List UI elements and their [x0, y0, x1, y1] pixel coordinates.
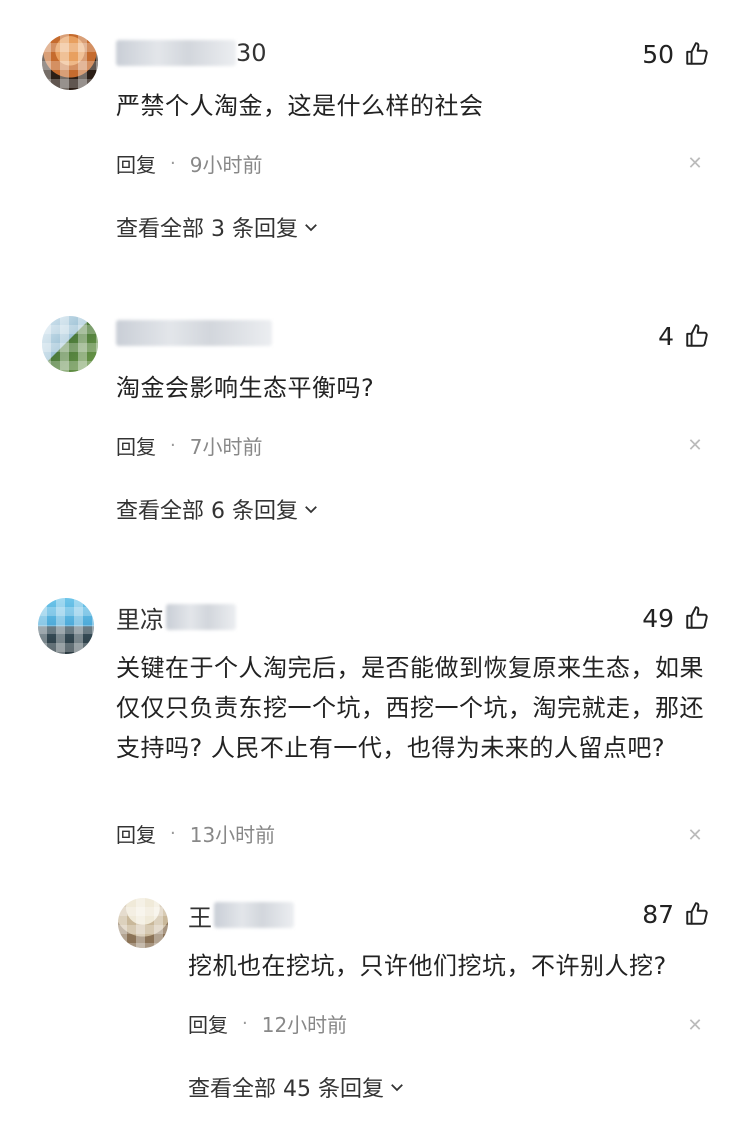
username[interactable]: 王: [188, 900, 294, 932]
separator-dot: ·: [170, 152, 176, 174]
separator-dot: ·: [242, 1012, 248, 1034]
avatar[interactable]: [42, 316, 98, 372]
username[interactable]: 里凉: [116, 602, 236, 634]
view-all-label: 查看全部 45 条回复: [188, 1077, 384, 1102]
view-all-replies[interactable]: 查看全部 45 条回复: [188, 1070, 406, 1104]
thumbs-up-icon: [684, 323, 710, 349]
comment-meta: 回复 · 7小时前: [116, 430, 262, 460]
avatar[interactable]: [118, 898, 168, 948]
timestamp: 9小时前: [189, 152, 263, 177]
timestamp: 12小时前: [261, 1012, 348, 1037]
close-icon[interactable]: ✕: [684, 1014, 706, 1036]
blurred-username: [214, 902, 294, 928]
chevron-down-icon: [388, 1078, 406, 1096]
view-all-label: 查看全部 3 条回复: [116, 217, 298, 242]
chevron-down-icon: [302, 500, 320, 518]
thumbs-up-icon: [684, 605, 710, 631]
separator-dot: ·: [170, 434, 176, 456]
comment-text: 严禁个人淘金，这是什么样的社会: [116, 92, 484, 120]
chevron-down-icon: [302, 218, 320, 236]
close-icon[interactable]: ✕: [684, 152, 706, 174]
like-button[interactable]: 49: [642, 600, 710, 636]
username[interactable]: [116, 318, 272, 348]
thumbs-up-icon: [684, 901, 710, 927]
reply-button[interactable]: 回复: [188, 1009, 228, 1038]
timestamp: 7小时前: [189, 434, 263, 459]
like-button[interactable]: 87: [642, 896, 710, 932]
comment-meta: 回复 · 13小时前: [116, 818, 275, 848]
like-count: 49: [642, 603, 674, 633]
username-visible-part: 30: [236, 39, 267, 67]
blurred-username: [116, 40, 236, 66]
like-count: 87: [642, 899, 674, 929]
like-button[interactable]: 50: [642, 36, 710, 72]
avatar[interactable]: [38, 598, 94, 654]
reply-text: 挖机也在挖坑，只许他们挖坑，不许别人挖?: [188, 952, 667, 980]
separator-dot: ·: [170, 822, 176, 844]
view-all-replies[interactable]: 查看全部 6 条回复: [116, 492, 320, 526]
like-count: 4: [658, 321, 674, 351]
like-button[interactable]: 4: [658, 318, 710, 354]
username-visible-part: 王: [188, 903, 212, 932]
reply-button[interactable]: 回复: [116, 149, 156, 178]
close-icon[interactable]: ✕: [684, 434, 706, 456]
username[interactable]: 30: [116, 38, 267, 68]
blurred-username: [116, 320, 272, 346]
view-all-label: 查看全部 6 条回复: [116, 499, 298, 524]
timestamp: 13小时前: [189, 822, 276, 847]
thumbs-up-icon: [684, 41, 710, 67]
like-count: 50: [642, 39, 674, 69]
comment-meta: 回复 · 9小时前: [116, 148, 262, 178]
comment-text: 淘金会影响生态平衡吗?: [116, 374, 375, 402]
avatar[interactable]: [42, 34, 98, 90]
reply-meta: 回复 · 12小时前: [188, 1008, 347, 1038]
close-icon[interactable]: ✕: [684, 824, 706, 846]
blurred-username: [166, 604, 236, 630]
comment-text: 关键在于个人淘完后，是否能做到恢复原来生态，如果仅仅只负责东挖一个坑，西挖一个坑…: [116, 654, 704, 762]
reply-button[interactable]: 回复: [116, 431, 156, 460]
view-all-replies[interactable]: 查看全部 3 条回复: [116, 210, 320, 244]
reply-button[interactable]: 回复: [116, 819, 156, 848]
username-visible-part: 里凉: [116, 605, 164, 634]
